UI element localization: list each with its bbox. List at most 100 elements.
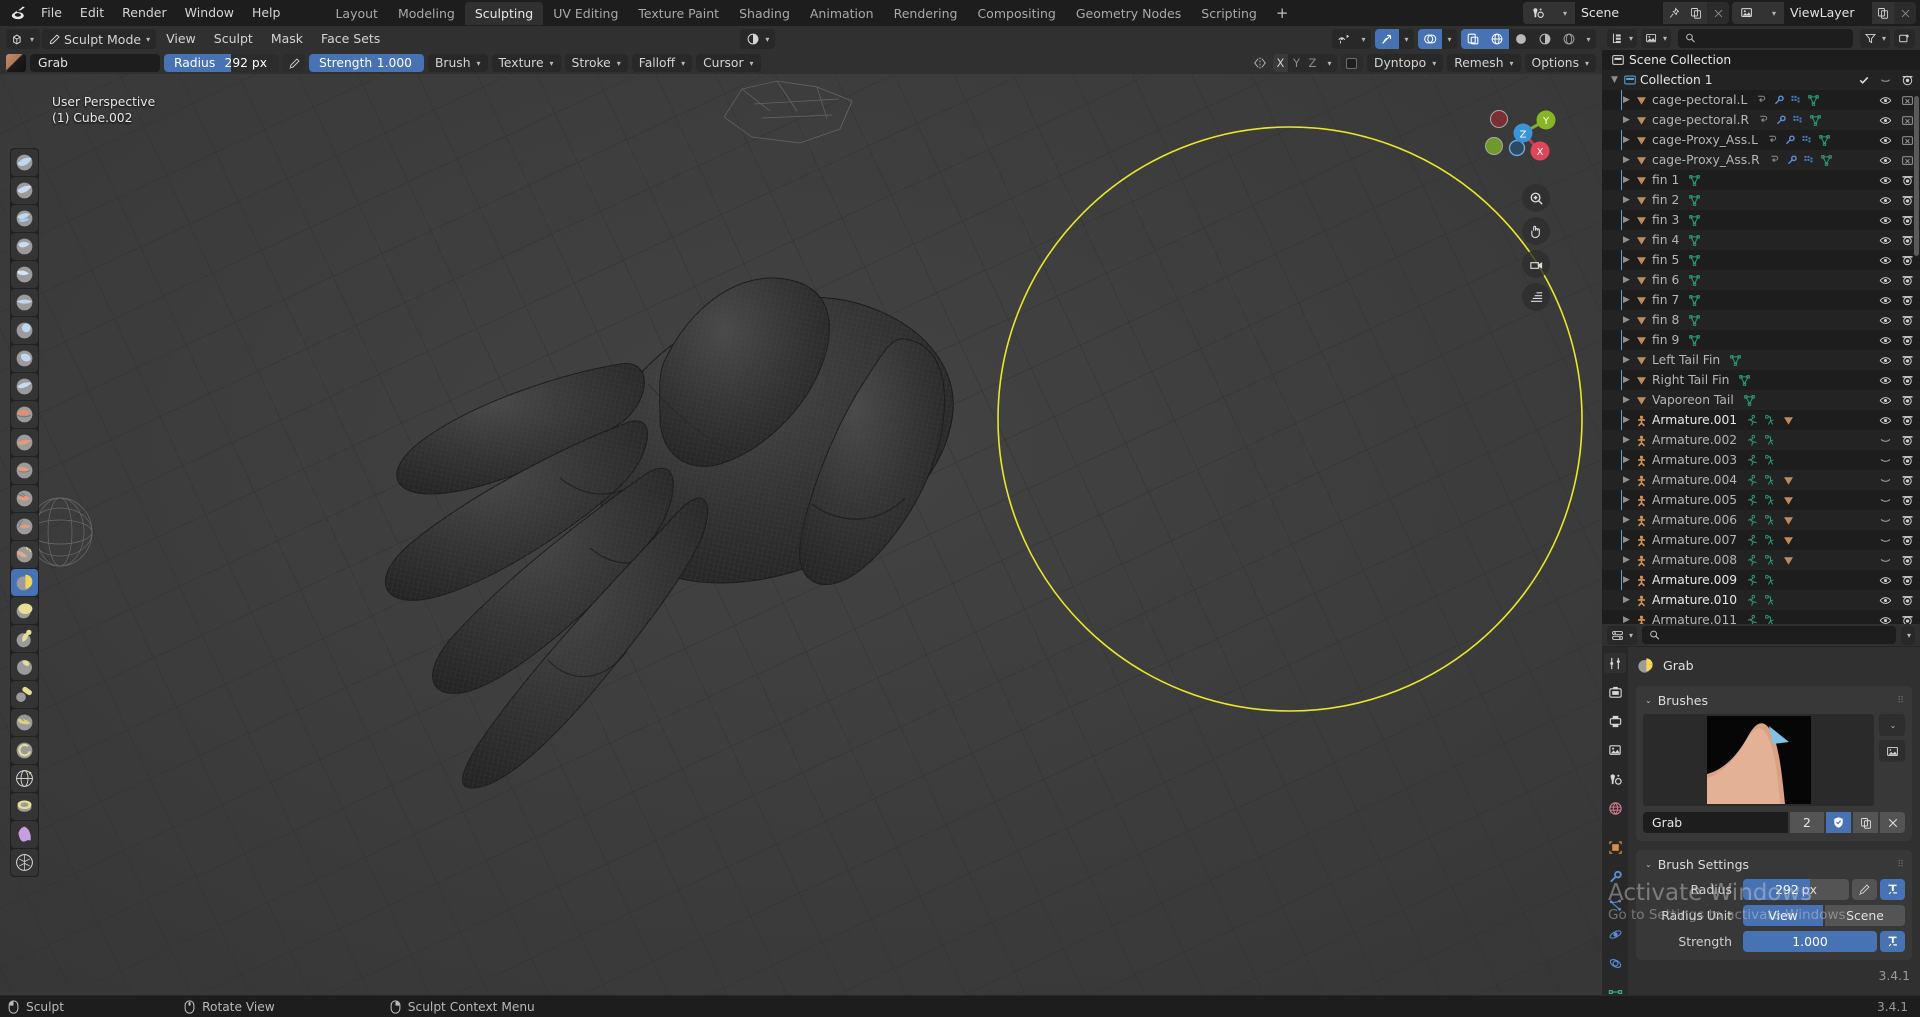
tool-draw[interactable] [11, 149, 38, 176]
particles-icon[interactable] [1803, 154, 1815, 166]
tool-crease[interactable] [11, 373, 38, 400]
tool-rotate[interactable] [11, 737, 38, 764]
eye-icon[interactable] [1879, 94, 1892, 107]
tool-inflate[interactable] [11, 317, 38, 344]
outliner-row[interactable]: ▶ fin 3 [1602, 210, 1920, 230]
chevron-down-icon[interactable]: ⌄ [1645, 860, 1652, 869]
eye-icon[interactable] [1879, 294, 1892, 307]
tool-layer[interactable] [11, 289, 38, 316]
outliner-row[interactable]: ▶ Armature.011 [1602, 610, 1920, 624]
scene-unlink-button[interactable] [1707, 2, 1729, 24]
camera-icon[interactable] [1901, 74, 1914, 87]
camera-icon[interactable] [1901, 594, 1914, 607]
shading-material-preview-icon[interactable] [1533, 29, 1557, 49]
camera-icon[interactable] [1901, 354, 1914, 367]
particles-icon[interactable] [1790, 94, 1802, 106]
outliner-row[interactable]: ▶ fin 9 [1602, 330, 1920, 350]
outliner-row[interactable]: ▶ fin 7 [1602, 290, 1920, 310]
mesh-triangle-icon[interactable] [1782, 534, 1795, 547]
brush-duplicate-icon[interactable] [1853, 812, 1878, 833]
mesh-data-icon[interactable] [1688, 314, 1701, 327]
pose-icon[interactable] [1746, 594, 1759, 607]
tool-elastic-deform[interactable] [11, 597, 38, 624]
modifier-icon[interactable] [1773, 94, 1785, 106]
workspace-tab-rendering[interactable]: Rendering [884, 2, 968, 25]
tool-clay-strips[interactable] [11, 233, 38, 260]
outliner-row[interactable]: ▶ Armature.007 [1602, 530, 1920, 550]
camera-off-icon[interactable] [1901, 154, 1914, 167]
shield-icon[interactable] [1826, 812, 1851, 833]
funnel-icon[interactable]: ▾ [1859, 28, 1890, 48]
expand-triangle-icon[interactable]: ▶ [1620, 595, 1633, 605]
properties-search-field[interactable] [1665, 628, 1896, 642]
mesh-data-icon[interactable] [1688, 174, 1701, 187]
camera-icon[interactable] [1901, 394, 1914, 407]
workspace-tab-geometry-nodes[interactable]: Geometry Nodes [1066, 2, 1191, 25]
mesh-data-icon[interactable] [1809, 114, 1822, 127]
mesh-data-icon[interactable] [1818, 134, 1831, 147]
tool-clay[interactable] [11, 205, 38, 232]
outliner-row[interactable]: ▶ Right Tail Fin [1602, 370, 1920, 390]
tool-fill[interactable] [11, 457, 38, 484]
gizmo-icon[interactable] [1375, 29, 1399, 49]
scene-selector[interactable]: ▾ Scene [1523, 2, 1729, 24]
outliner-tree[interactable]: Scene Collection ▼ Collection 1 ▶ cage-p… [1602, 50, 1920, 624]
dyntopo-dropdown[interactable]: Dyntopo ▾ [1366, 54, 1444, 72]
symmetry-caret[interactable]: ▾ [1320, 54, 1336, 72]
viewlayer-new-button[interactable] [1872, 2, 1894, 24]
mesh-data-icon[interactable] [1807, 94, 1820, 107]
tool-nudge[interactable] [11, 709, 38, 736]
shading-caret[interactable]: ▾ [1581, 29, 1596, 49]
eye-icon[interactable] [1879, 154, 1892, 167]
pose-icon[interactable] [1746, 434, 1759, 447]
outliner-row[interactable]: ▶ Armature.002 [1602, 430, 1920, 450]
tool-cloth[interactable] [11, 821, 38, 848]
eye-icon[interactable] [1879, 194, 1892, 207]
eye-icon[interactable] [1879, 254, 1892, 267]
camera-icon[interactable] [1901, 414, 1914, 427]
expand-triangle-icon[interactable]: ▶ [1620, 435, 1633, 445]
add-workspace-button[interactable]: + [1267, 2, 1298, 25]
pose-icon[interactable] [1746, 554, 1759, 567]
mesh-triangle-icon[interactable] [1782, 474, 1795, 487]
expand-triangle-icon[interactable]: ▶ [1620, 375, 1633, 385]
scene-name[interactable]: Scene [1575, 2, 1663, 24]
cursor-dropdown[interactable]: Cursor ▾ [696, 54, 761, 72]
outliner-row[interactable]: ▶ cage-pectoral.R [1602, 110, 1920, 130]
strength-slider[interactable]: Strength 1.000 [309, 54, 424, 72]
editor-type-3dview-icon[interactable]: ▾ [6, 29, 41, 49]
eye-icon[interactable] [1879, 414, 1892, 427]
expand-triangle-icon[interactable]: ▶ [1620, 335, 1633, 345]
armature-data-icon[interactable] [1764, 614, 1777, 624]
tab-physics[interactable] [1604, 924, 1626, 944]
outliner-row[interactable]: ▶ Armature.003 [1602, 450, 1920, 470]
eye-icon[interactable] [1879, 234, 1892, 247]
workspace-tab-shading[interactable]: Shading [729, 2, 800, 25]
properties-search-input[interactable] [1642, 626, 1896, 644]
drag-dots-icon[interactable]: ⠿ [1897, 696, 1905, 706]
outliner-row-collection-1[interactable]: ▼ Collection 1 [1602, 70, 1920, 90]
eye-icon[interactable] [1879, 594, 1892, 607]
mesh-triangle-icon[interactable] [1782, 514, 1795, 527]
mesh-triangle-icon[interactable] [1782, 554, 1795, 567]
tab-object[interactable] [1604, 837, 1626, 857]
brush-thumbnail[interactable] [6, 54, 26, 72]
pose-icon[interactable] [1746, 474, 1759, 487]
camera-icon[interactable] [1901, 214, 1914, 227]
modifier-icon[interactable] [1786, 154, 1798, 166]
outliner-search-field[interactable] [1700, 31, 1853, 45]
radius-animate-icon[interactable] [1880, 879, 1905, 900]
expand-triangle-icon[interactable]: ▶ [1620, 415, 1633, 425]
holdout-icon[interactable] [1879, 74, 1892, 87]
camera-icon[interactable] [1901, 374, 1914, 387]
workspace-tab-animation[interactable]: Animation [800, 2, 884, 25]
eye-closed-icon[interactable] [1879, 434, 1892, 447]
scene-icon[interactable] [1523, 2, 1553, 24]
tab-view-layer[interactable] [1604, 740, 1626, 760]
camera-icon[interactable] [1901, 494, 1914, 507]
menu-window[interactable]: Window [176, 3, 243, 23]
outliner-row[interactable]: ▶ fin 2 [1602, 190, 1920, 210]
constraint-icon[interactable] [1756, 94, 1768, 106]
viewlayer-browse-caret[interactable]: ▾ [1762, 2, 1784, 24]
3d-viewport[interactable]: User Perspective (1) Cube.002 Z Y X [0, 74, 1602, 1003]
